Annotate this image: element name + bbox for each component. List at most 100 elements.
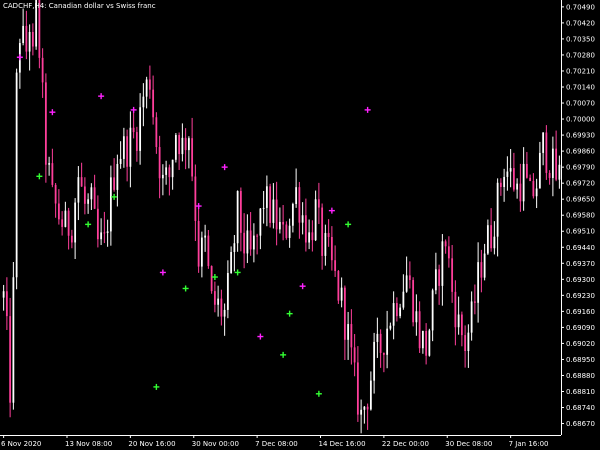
sell-signal-marker (159, 269, 166, 276)
candle-body (269, 186, 272, 223)
candle-body (230, 251, 233, 273)
candle-body (25, 25, 28, 52)
candle-body (334, 260, 337, 272)
candle-body (506, 171, 509, 177)
candle-body (464, 335, 467, 352)
candle-body (80, 177, 83, 187)
price-tick-label: 0.70000 (566, 116, 595, 124)
candle-body (509, 168, 512, 172)
candle-body (369, 380, 372, 410)
candle-body (67, 210, 70, 236)
buy-signal-marker (234, 269, 241, 276)
candle-body (412, 280, 415, 323)
candle-body (519, 183, 522, 202)
candle-body (389, 325, 392, 329)
time-tick-label: 22 Dec 00:00 (382, 440, 429, 448)
buy-signal-marker (280, 351, 287, 358)
candle-body (399, 307, 402, 317)
candle-body (126, 136, 129, 167)
candle-body (548, 172, 551, 178)
candle-body (165, 167, 168, 175)
price-tick-label: 0.70140 (566, 84, 595, 92)
price-tick-label: 0.69860 (566, 148, 595, 156)
candle-body (337, 271, 340, 301)
candle-body (191, 138, 194, 177)
candle-body (542, 132, 545, 153)
time-tick-label: 14 Dec 16:00 (319, 440, 366, 448)
candle-body (551, 148, 554, 178)
candle-body (103, 232, 106, 234)
candle-body (425, 330, 428, 356)
price-chart[interactable]: 0.70490 0.70420 0.70350 0.70280 0.70210 0.701… (0, 0, 600, 450)
candle-body (340, 287, 343, 301)
price-tick-label: 0.69160 (566, 308, 595, 316)
candle-body (402, 291, 405, 308)
candle-body (278, 221, 281, 230)
candle-body (256, 235, 259, 237)
candle-body (418, 311, 421, 349)
time-tick-label: 7 Dec 08:00 (255, 440, 298, 448)
candle-body (457, 314, 460, 328)
time-tick-label: 13 Nov 08:00 (65, 440, 112, 448)
candle-body (106, 231, 109, 233)
price-tick-label: 0.69090 (566, 324, 595, 332)
price-tick-label: 0.69370 (566, 260, 595, 268)
time-tick-label: 6 Nov 2020 (1, 440, 41, 448)
sell-signal-marker (328, 207, 335, 214)
candles (2, 0, 561, 434)
candle-body (2, 291, 5, 298)
candle-body (200, 237, 203, 267)
candle-body (48, 163, 51, 165)
candle-body (252, 235, 255, 250)
sell-signal-marker (221, 164, 228, 171)
candle-body (460, 314, 463, 336)
candle-body (308, 232, 311, 243)
candle-body (454, 291, 457, 328)
candle-body (217, 298, 220, 305)
candle-body (31, 31, 34, 47)
buy-signal-marker (286, 310, 293, 317)
candle-body (470, 301, 473, 333)
candle-body (12, 277, 15, 403)
price-tick-label: 0.70210 (566, 67, 595, 75)
chart-window[interactable]: 0.70490 0.70420 0.70350 0.70280 0.70210 0.701… (0, 0, 600, 450)
sell-signal-marker (299, 283, 306, 290)
buy-signal-marker (345, 221, 352, 228)
candle-body (83, 186, 86, 204)
sell-signal-marker (16, 54, 23, 61)
price-tick-label: 0.70490 (566, 3, 595, 11)
candle-body (87, 199, 90, 204)
candle-body (298, 187, 301, 223)
candle-body (347, 324, 350, 340)
candle-body (386, 328, 389, 355)
candle-body (421, 330, 424, 349)
sell-signal-marker (49, 109, 56, 116)
candle-body (9, 316, 12, 403)
candle-body (132, 127, 135, 133)
candle-body (356, 362, 359, 415)
candle-body (291, 203, 294, 226)
candle-body (366, 406, 369, 410)
candle-body (444, 241, 447, 247)
candle-body (90, 187, 93, 200)
candle-body (28, 31, 31, 52)
candle-body (434, 269, 437, 291)
candle-body (158, 147, 161, 179)
candle-body (262, 207, 265, 209)
candle-body (246, 230, 249, 254)
candle-body (155, 117, 158, 148)
candle-body (213, 291, 216, 305)
candle-body (194, 176, 197, 221)
candle-body (295, 187, 298, 204)
candle-body (207, 235, 210, 267)
candle-body (317, 199, 320, 208)
candle-body (142, 96, 145, 108)
time-tick-label: 30 Dec 08:00 (445, 440, 492, 448)
candle-body (168, 167, 171, 178)
candle-body (119, 158, 122, 164)
candle-body (392, 303, 395, 326)
candle-body (109, 177, 112, 232)
candle-body (353, 347, 356, 363)
price-tick-label: 0.68880 (566, 372, 595, 380)
candle-body (304, 215, 307, 243)
